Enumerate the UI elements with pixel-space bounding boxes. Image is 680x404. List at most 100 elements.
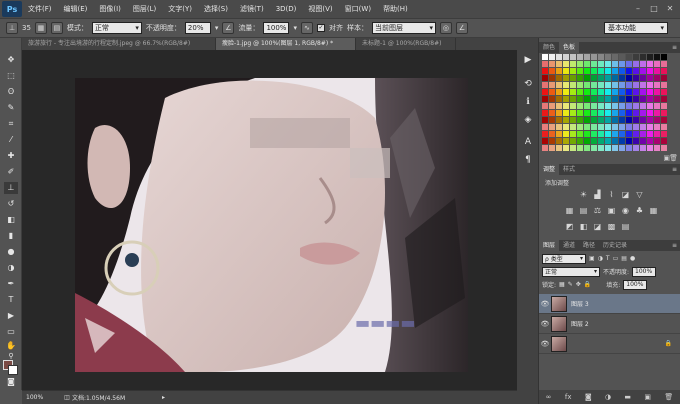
swatch-cell[interactable] bbox=[556, 82, 562, 88]
swatch-cell[interactable] bbox=[647, 68, 653, 74]
swatch-cell[interactable] bbox=[591, 103, 597, 109]
swatch-cell[interactable] bbox=[584, 138, 590, 144]
swatch-cell[interactable] bbox=[647, 124, 653, 130]
swatch-cell[interactable] bbox=[542, 96, 548, 102]
swatch-cell[interactable] bbox=[563, 68, 569, 74]
menu-help[interactable]: 帮助(H) bbox=[377, 4, 414, 14]
swatch-cell[interactable] bbox=[605, 89, 611, 95]
swatch-cell[interactable] bbox=[549, 61, 555, 67]
swatch-cell[interactable] bbox=[605, 75, 611, 81]
swatch-cell[interactable] bbox=[570, 68, 576, 74]
swatch-cell[interactable] bbox=[661, 124, 667, 130]
swatch-cell[interactable] bbox=[640, 124, 646, 130]
swatch-cell[interactable] bbox=[605, 131, 611, 137]
swatch-cell[interactable] bbox=[661, 61, 667, 67]
swatch-cell[interactable] bbox=[612, 82, 618, 88]
swatch-cell[interactable] bbox=[605, 138, 611, 144]
swatches-grid[interactable] bbox=[542, 54, 668, 156]
swatch-cell[interactable] bbox=[563, 54, 569, 60]
swatch-cell[interactable] bbox=[633, 117, 639, 123]
swatch-cell[interactable] bbox=[549, 68, 555, 74]
swatch-cell[interactable] bbox=[626, 117, 632, 123]
blur-tool-icon[interactable]: ● bbox=[4, 246, 18, 258]
status-menu-arrow-icon[interactable]: ▸ bbox=[162, 394, 165, 401]
swatch-cell[interactable] bbox=[584, 96, 590, 102]
swatch-cell[interactable] bbox=[647, 131, 653, 137]
sample-select[interactable]: 当前图层 ▾ bbox=[371, 22, 436, 34]
swatch-cell[interactable] bbox=[549, 131, 555, 137]
swatch-cell[interactable] bbox=[563, 110, 569, 116]
swatch-cell[interactable] bbox=[549, 110, 555, 116]
swatch-cell[interactable] bbox=[619, 75, 625, 81]
swatch-cell[interactable] bbox=[584, 89, 590, 95]
swatch-cell[interactable] bbox=[563, 82, 569, 88]
eye-icon[interactable]: 👁 bbox=[539, 300, 551, 308]
swatch-cell[interactable] bbox=[654, 75, 660, 81]
swatch-cell[interactable] bbox=[661, 103, 667, 109]
clone-source-icon[interactable]: ▤ bbox=[50, 22, 63, 34]
swatch-cell[interactable] bbox=[605, 117, 611, 123]
swatch-cell[interactable] bbox=[633, 82, 639, 88]
swatch-cell[interactable] bbox=[563, 131, 569, 137]
swatch-cell[interactable] bbox=[626, 54, 632, 60]
tab-channels[interactable]: 通道 bbox=[559, 240, 579, 251]
swatch-cell[interactable] bbox=[619, 110, 625, 116]
filter-pixel-icon[interactable]: ▣ bbox=[589, 255, 595, 262]
swatch-cell[interactable] bbox=[619, 103, 625, 109]
swatch-cell[interactable] bbox=[626, 138, 632, 144]
swatch-cell[interactable] bbox=[549, 145, 555, 151]
ignore-adjustment-icon[interactable]: ◎ bbox=[439, 22, 452, 34]
swatch-cell[interactable] bbox=[542, 131, 548, 137]
swatch-cell[interactable] bbox=[654, 117, 660, 123]
swatch-cell[interactable] bbox=[563, 117, 569, 123]
dodge-tool-icon[interactable]: ◑ bbox=[4, 262, 18, 274]
pressure-size-icon[interactable]: ∠ bbox=[455, 22, 468, 34]
opacity-input[interactable]: 20% bbox=[184, 22, 211, 34]
swatch-cell[interactable] bbox=[591, 89, 597, 95]
trash-icon[interactable]: 🗑 bbox=[664, 393, 673, 401]
swatch-cell[interactable] bbox=[612, 103, 618, 109]
swatch-cell[interactable] bbox=[640, 96, 646, 102]
swatch-cell[interactable] bbox=[633, 96, 639, 102]
levels-icon[interactable]: ▟ bbox=[593, 190, 602, 199]
airbrush-icon[interactable]: ∿ bbox=[300, 22, 313, 34]
fx-icon[interactable]: fx bbox=[565, 393, 572, 401]
maximize-button[interactable]: □ bbox=[648, 3, 660, 14]
swatch-cell[interactable] bbox=[647, 54, 653, 60]
swatch-cell[interactable] bbox=[612, 68, 618, 74]
brush-tool-icon[interactable]: ✐ bbox=[4, 166, 18, 178]
swatch-cell[interactable] bbox=[619, 54, 625, 60]
swatch-cell[interactable] bbox=[626, 68, 632, 74]
swatch-cell[interactable] bbox=[640, 103, 646, 109]
swatch-cell[interactable] bbox=[619, 82, 625, 88]
invert-icon[interactable]: ◩ bbox=[565, 222, 574, 231]
eraser-tool-icon[interactable]: ◧ bbox=[4, 214, 18, 226]
swatch-cell[interactable] bbox=[633, 124, 639, 130]
swatch-cell[interactable] bbox=[570, 131, 576, 137]
swatch-cell[interactable] bbox=[619, 61, 625, 67]
swatch-cell[interactable] bbox=[542, 138, 548, 144]
menu-3d[interactable]: 3D(D) bbox=[270, 5, 303, 13]
properties-icon[interactable]: ◈ bbox=[522, 114, 534, 126]
swatch-cell[interactable] bbox=[661, 117, 667, 123]
lock-all-icon[interactable]: 🔒 bbox=[584, 281, 591, 288]
filter-type-icon[interactable]: T bbox=[606, 255, 610, 262]
filter-smart-icon[interactable]: ▤ bbox=[621, 255, 627, 262]
swatch-cell[interactable] bbox=[633, 89, 639, 95]
swatch-cell[interactable] bbox=[549, 103, 555, 109]
document-photo[interactable]: ▬▬▬▬ bbox=[75, 78, 468, 372]
swatch-cell[interactable] bbox=[591, 110, 597, 116]
swatch-cell[interactable] bbox=[654, 96, 660, 102]
swatch-cell[interactable] bbox=[633, 75, 639, 81]
swatch-cell[interactable] bbox=[647, 89, 653, 95]
document-size[interactable]: 文档:1.05M/4.56M bbox=[72, 393, 162, 402]
swatch-cell[interactable] bbox=[626, 89, 632, 95]
eye-icon[interactable]: 👁 bbox=[539, 340, 551, 348]
swatch-cell[interactable] bbox=[584, 68, 590, 74]
swatch-cell[interactable] bbox=[591, 82, 597, 88]
swatch-cell[interactable] bbox=[661, 96, 667, 102]
layer-opacity-input[interactable]: 100% bbox=[632, 266, 657, 277]
swatch-cell[interactable] bbox=[577, 103, 583, 109]
layer-row-2[interactable]: 👁 图层 2 bbox=[539, 314, 680, 334]
clone-stamp-tool-icon[interactable]: ⊥ bbox=[4, 182, 18, 194]
